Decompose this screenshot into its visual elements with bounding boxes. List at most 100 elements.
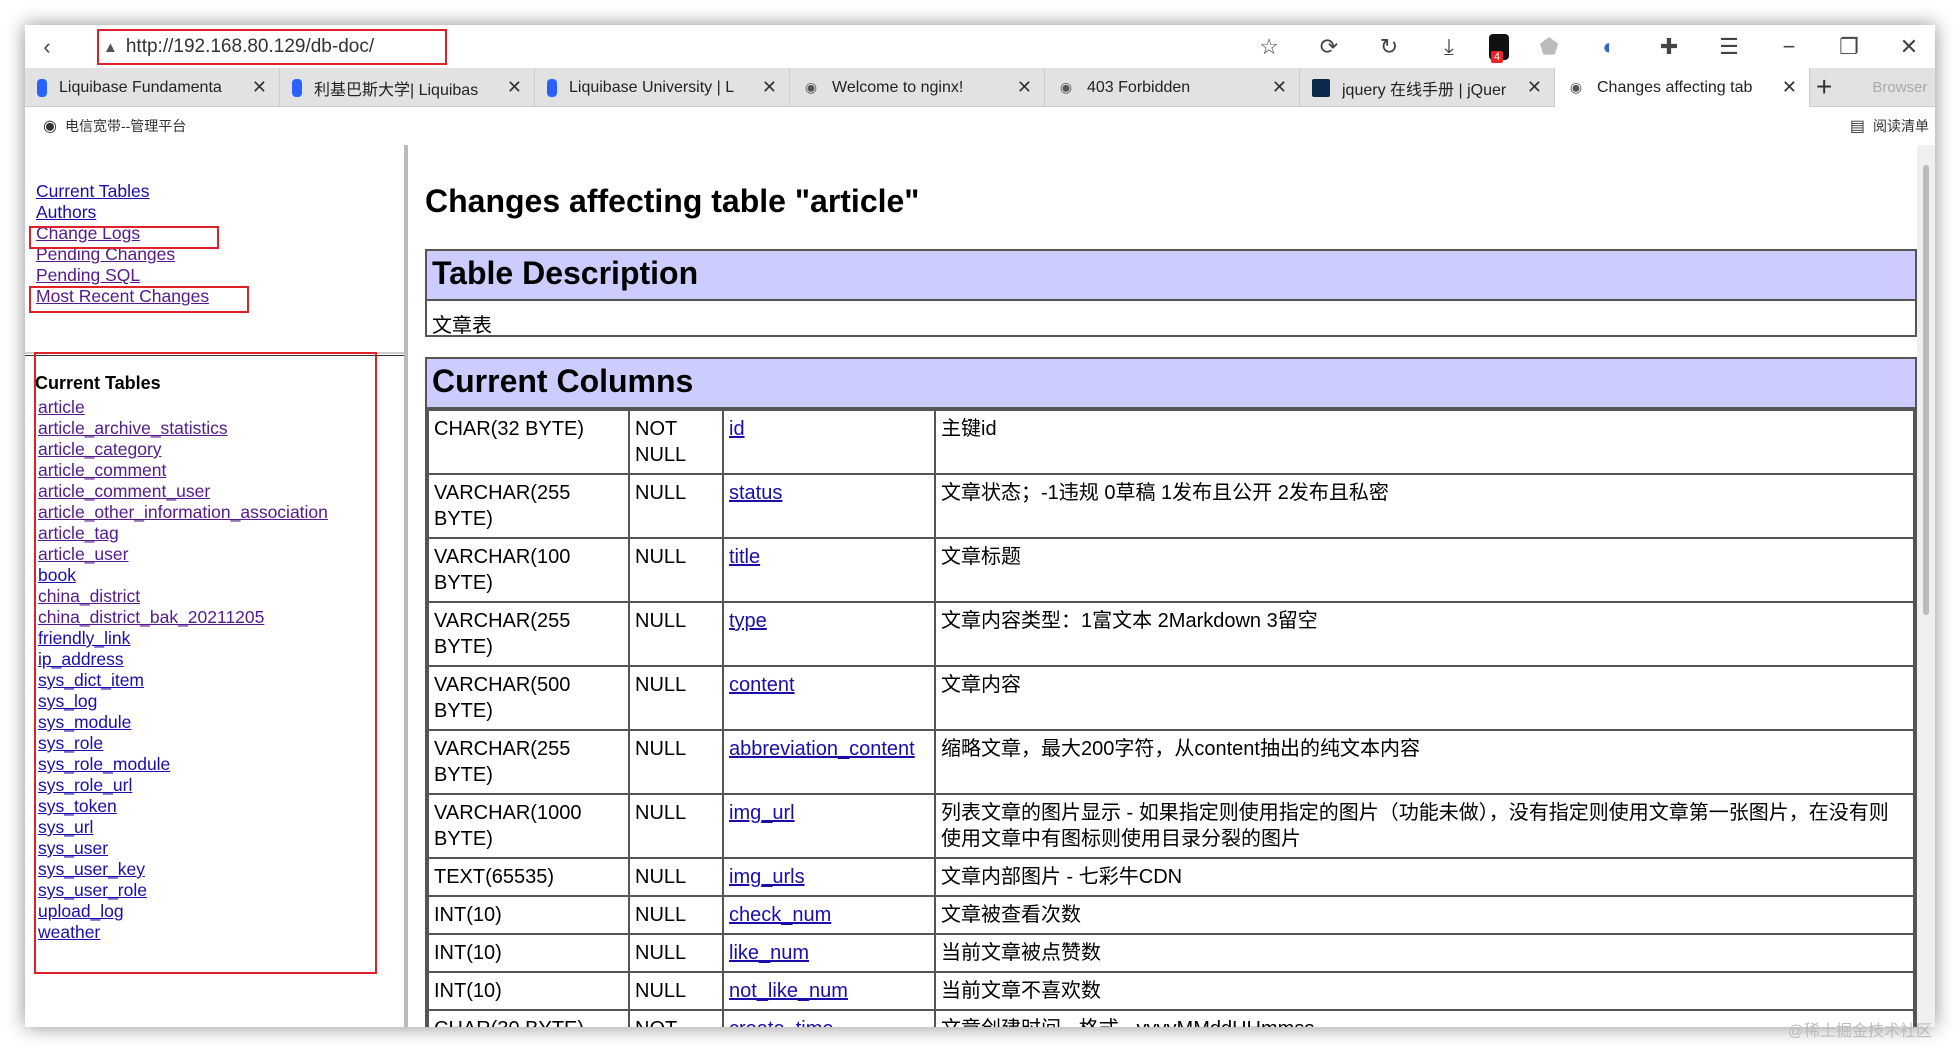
nav-link[interactable]: Pending SQL [36, 265, 209, 286]
current-columns: Current Columns CHAR(32 BYTE) NOT NULL id 主… [425, 357, 1917, 1027]
column-type: INT(10) [427, 895, 630, 935]
star-icon[interactable]: ☆ [1249, 27, 1289, 67]
tab-close-icon[interactable]: ✕ [252, 77, 267, 98]
column-name-link[interactable]: create_time [729, 1018, 834, 1027]
column-nullable: NULL [628, 665, 724, 731]
table-row: VARCHAR(255 BYTE) NULL status 文章状态；-1违规 0草稿… [427, 473, 1915, 539]
column-name-cell: img_urls [722, 857, 936, 897]
tab-close-icon[interactable]: ✕ [1527, 77, 1542, 98]
sidebar: Current Tables Authors Change Logs Pending … [25, 145, 408, 1027]
column-name-link[interactable]: img_url [729, 802, 795, 824]
column-type: VARCHAR(255 BYTE) [427, 601, 630, 667]
bookmark-item[interactable]: ◉ 电信宽带--管理平台 [43, 116, 186, 136]
toolbar: ‹ ▲ http://192.168.80.129/db-doc/ ☆ ⟳ ↻ … [25, 25, 1935, 68]
column-name-link[interactable]: img_urls [729, 866, 805, 888]
scrollbar-thumb[interactable] [1923, 165, 1929, 615]
tab-close-icon[interactable]: ✕ [1782, 77, 1797, 98]
tab-close-icon[interactable]: ✕ [507, 77, 522, 98]
tab-close-icon[interactable]: ✕ [1272, 77, 1287, 98]
tab[interactable]: ◉ 403 Forbidden ✕ [1045, 68, 1300, 107]
nav-link[interactable]: Authors [36, 202, 209, 223]
back-icon[interactable]: ‹ [27, 27, 67, 67]
column-name-link[interactable]: like_num [729, 942, 809, 964]
table-row: VARCHAR(500 BYTE) NULL content 文章内容 [427, 665, 1915, 731]
tab[interactable]: Liquibase Fundamenta ✕ [25, 68, 280, 107]
tab[interactable]: ◉ Welcome to nginx! ✕ [790, 68, 1045, 107]
main-panel: Changes affecting table "article" Table … [422, 145, 1917, 1027]
column-name-link[interactable]: id [729, 418, 745, 440]
column-nullable: NULL [628, 601, 724, 667]
close-icon[interactable]: ✕ [1889, 27, 1929, 67]
table-row: INT(10) NULL like_num 当前文章被点赞数 [427, 933, 1915, 973]
tab-label: jquery 在线手册 | jQuer [1342, 81, 1507, 99]
url-text[interactable]: http://192.168.80.129/db-doc/ [126, 36, 374, 58]
column-name-link[interactable]: not_like_num [729, 980, 848, 1002]
column-comment: 文章创建时间 - 格式 - yyyyMMddHHmmss [934, 1009, 1915, 1027]
liquibase-icon [292, 78, 302, 97]
column-name-link[interactable]: check_num [729, 904, 831, 926]
badge-count: 4 [1491, 50, 1504, 63]
column-comment: 文章内部图片 - 七彩牛CDN [934, 857, 1915, 897]
column-name-cell: type [722, 601, 936, 667]
column-name-link[interactable]: status [729, 482, 782, 504]
shield-icon[interactable]: ⬟ [1529, 27, 1569, 67]
extension-badge-icon[interactable]: 4 [1489, 33, 1509, 63]
section-heading: Current Columns [427, 359, 1915, 409]
column-comment: 当前文章不喜欢数 [934, 971, 1915, 1011]
column-name-link[interactable]: abbreviation_content [729, 738, 915, 760]
new-tab-button[interactable]: + Browser [1810, 68, 1927, 106]
table-row: CHAR(32 BYTE) NOT NULL id 主键id [427, 409, 1915, 475]
reading-list-button[interactable]: ▤ 阅读清单 [1850, 116, 1929, 136]
table-row: INT(10) NULL not_like_num 当前文章不喜欢数 [427, 971, 1915, 1011]
restore-icon[interactable]: ❐ [1829, 27, 1869, 67]
globe-icon: ◉ [43, 118, 57, 135]
refresh-icon[interactable]: ⟳ [1309, 27, 1349, 67]
tab[interactable]: jquery 在线手册 | jQuer ✕ [1300, 68, 1555, 107]
column-nullable: NOT NULL [628, 409, 724, 475]
column-type: CHAR(30 BYTE) [427, 1009, 630, 1027]
tab-close-icon[interactable]: ✕ [1017, 77, 1032, 98]
globe-extension-icon[interactable]: ◐ [1589, 27, 1629, 67]
column-comment: 文章标题 [934, 537, 1915, 603]
table-row: TEXT(65535) NULL img_urls 文章内部图片 - 七彩牛CDN [427, 857, 1915, 897]
address-bar[interactable]: ▲ http://192.168.80.129/db-doc/ [97, 29, 447, 65]
tab-close-icon[interactable]: ✕ [762, 77, 777, 98]
column-type: CHAR(32 BYTE) [427, 409, 630, 475]
column-name-link[interactable]: content [729, 674, 795, 696]
tab[interactable]: 利基巴斯大学| Liquibas ✕ [280, 68, 535, 107]
highlight-box [29, 286, 249, 313]
page-content: Current Tables Authors Change Logs Pending … [25, 145, 1935, 1027]
tab[interactable]: ◉ Changes affecting tab ✕ [1555, 68, 1810, 107]
minimize-icon[interactable]: − [1769, 27, 1809, 67]
table-row: VARCHAR(1000 BYTE) NULL img_url 列表文章的图片显示 -… [427, 793, 1915, 859]
column-type: VARCHAR(255 BYTE) [427, 729, 630, 795]
column-type: VARCHAR(1000 BYTE) [427, 793, 630, 859]
table-row: INT(10) NULL check_num 文章被查看次数 [427, 895, 1915, 935]
tab-label: Welcome to nginx! [832, 78, 964, 96]
table-row: CHAR(30 BYTE)NOT NULL create_time 文章创建时间 -… [427, 1009, 1915, 1027]
column-nullable: NULL [628, 473, 724, 539]
column-nullable: NULL [628, 971, 724, 1011]
tab[interactable]: Liquibase University | L ✕ [535, 68, 790, 107]
page-title: Changes affecting table "article" [425, 183, 920, 219]
warning-icon: ▲ [103, 38, 118, 56]
table-row: VARCHAR(255 BYTE) NULL abbreviation_conten… [427, 729, 1915, 795]
tab-label: Liquibase Fundamenta [59, 78, 222, 96]
column-comment: 主键id [934, 409, 1915, 475]
column-name-cell: img_url [722, 793, 936, 859]
column-type: VARCHAR(255 BYTE) [427, 473, 630, 539]
globe-icon: ◉ [1059, 79, 1073, 95]
menu-icon[interactable]: ☰ [1709, 27, 1749, 67]
undo-icon[interactable]: ↻ [1369, 27, 1409, 67]
scrollbar[interactable] [1917, 145, 1935, 1027]
column-name-link[interactable]: title [729, 546, 760, 568]
tab-label: Liquibase University | L [569, 78, 735, 96]
tab-label: Changes affecting tab [1597, 78, 1753, 96]
column-name-link[interactable]: type [729, 610, 767, 632]
nav-link[interactable]: Current Tables [36, 181, 209, 202]
column-type: TEXT(65535) [427, 857, 630, 897]
column-comment: 列表文章的图片显示 - 如果指定则使用指定的图片（功能未做），没有指定则使用文章… [934, 793, 1915, 859]
puzzle-icon[interactable]: ✚ [1649, 27, 1689, 67]
download-icon[interactable]: ⤓ [1429, 27, 1469, 67]
column-nullable: NULL [628, 729, 724, 795]
